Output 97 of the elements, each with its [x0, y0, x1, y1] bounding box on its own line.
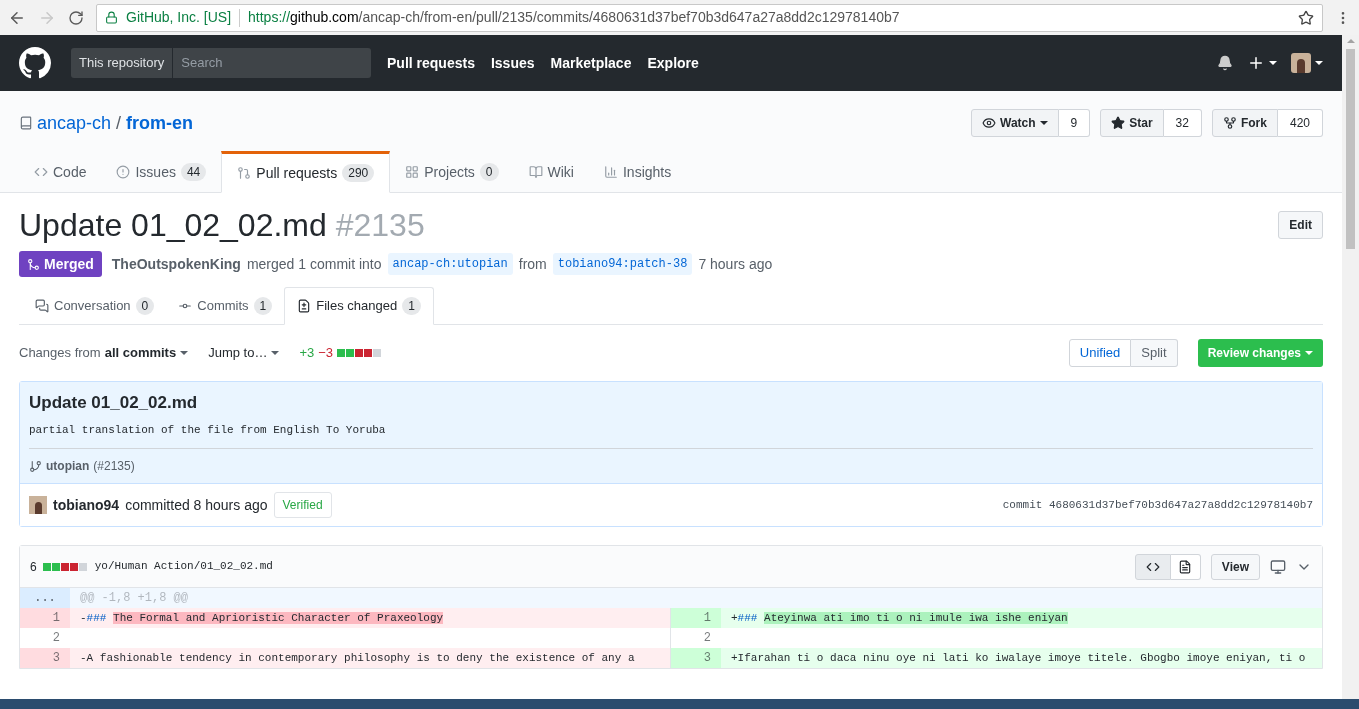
site-identity: GitHub, Inc. [US] [126, 8, 232, 27]
repo-owner-link[interactable]: ancap-ch [37, 109, 112, 137]
nav-link[interactable]: Pull requests [387, 52, 475, 74]
repo-name-link[interactable]: from-en [126, 109, 194, 137]
view-mode-toggle[interactable]: Unified [1068, 339, 1132, 367]
branch-ref[interactable]: ancap-ch:utopian [387, 253, 513, 275]
file-diff-icon [297, 299, 312, 313]
view-mode-toggle[interactable]: Split [1131, 339, 1178, 367]
branch-icon [29, 459, 42, 473]
author-link[interactable]: TheOutspokenKing [111, 253, 241, 275]
desktop-icon[interactable] [1270, 558, 1286, 575]
commit-sha: commit 4680631d37bef70b3d647a27a8dd2c12978140b7 [1002, 497, 1313, 513]
star-button[interactable]: Star [1100, 109, 1164, 137]
social-count[interactable]: 9 [1058, 109, 1091, 137]
counter: 1 [253, 297, 273, 315]
counter: 0 [479, 163, 499, 181]
jump-to-dropdown[interactable]: Jump to… [208, 343, 280, 363]
bookmark-star-icon[interactable] [1298, 9, 1314, 26]
commit-title: Update 01_02_02.md [29, 392, 199, 414]
user-menu[interactable] [1291, 53, 1323, 73]
repo-tab[interactable]: Pull requests 290 [221, 151, 391, 193]
file-changes-count: 6 [30, 558, 37, 576]
pr-title: Update 01_02_02.md #2135 [19, 206, 425, 245]
caret-icon [1315, 61, 1323, 65]
merged-state-badge: Merged [19, 251, 102, 277]
nav-link[interactable]: Marketplace [550, 52, 632, 74]
counter: 44 [180, 163, 207, 181]
commit-author-link[interactable]: tobiano94 [53, 494, 120, 516]
lock-icon [105, 11, 118, 24]
bar-chart-icon [603, 165, 618, 179]
octocat-logo-icon[interactable] [19, 47, 51, 79]
deletions-count: −3 [318, 344, 334, 363]
alert-circle-icon [116, 165, 131, 179]
pr-ref-link[interactable]: (#2135) [93, 457, 135, 475]
file-path-link[interactable]: yo/Human Action/01_02_02.md [94, 558, 273, 575]
book-icon [528, 165, 543, 179]
social-count[interactable]: 420 [1277, 109, 1323, 137]
repo-tab[interactable]: Wiki [513, 151, 589, 193]
counter: 290 [342, 164, 375, 182]
branch-ref[interactable]: tobiano94:patch-38 [552, 253, 693, 275]
changes-from-dropdown[interactable]: Changes from all commits [19, 343, 189, 363]
pr-tab[interactable]: Files changed 1 [284, 287, 434, 325]
commit-description: partial translation of the file from English To Yoruba [29, 421, 1313, 449]
line-number[interactable]: 3 [671, 648, 721, 668]
address-bar[interactable]: GitHub, Inc. [US] https://github.com/ancap-ch/from-en/pull/2135/commits/4680631d37bef70b3d647a27a8dd2c12978140b7 [96, 3, 1323, 32]
repo-tab[interactable]: Issues 44 [101, 151, 222, 193]
grid-icon [405, 165, 420, 179]
repo-tab[interactable]: Projects 0 [390, 151, 514, 193]
search-scope: This repository [71, 48, 174, 78]
eye-icon [982, 116, 996, 130]
pr-tab[interactable]: Conversation 0 [23, 287, 167, 325]
caret-icon [180, 351, 189, 355]
rich-view-button[interactable] [1170, 553, 1201, 580]
pr-time: 7 hours ago [698, 254, 773, 274]
scrollbar[interactable] [1342, 35, 1359, 699]
repo-tab[interactable]: Insights [588, 151, 687, 193]
url-text: https://github.com/ancap-ch/from-en/pull/2135/commits/4680631d37bef70b3d647a27a8dd2c12978140b7 [248, 8, 900, 27]
reload-icon[interactable] [68, 9, 84, 26]
chat-bubbles-icon [35, 299, 49, 313]
counter: 1 [402, 297, 421, 315]
repo-tab[interactable]: Code [19, 151, 102, 193]
star-icon [1111, 116, 1126, 130]
pr-meta-text: merged 1 commit into [246, 254, 382, 274]
notifications-bell-icon[interactable] [1217, 55, 1233, 71]
line-number[interactable]: 1 [20, 608, 70, 628]
commit-time: committed 8 hours ago [125, 495, 268, 515]
additions-count: +3 [299, 344, 315, 363]
avatar-icon [29, 496, 47, 514]
view-file-button[interactable]: View [1210, 553, 1260, 580]
counter: 0 [135, 297, 155, 315]
nav-link[interactable]: Explore [647, 52, 699, 74]
fork-button[interactable]: Fork [1211, 109, 1278, 137]
watch-button[interactable]: Watch [971, 109, 1059, 137]
create-new-menu[interactable] [1247, 54, 1277, 72]
search-field[interactable]: This repository Search [71, 48, 371, 78]
pr-meta-text: from [518, 254, 547, 274]
expand-hunk-button[interactable]: ... [20, 588, 70, 608]
caret-icon [1305, 351, 1313, 355]
caret-icon [271, 351, 280, 355]
plus-icon [1247, 54, 1265, 72]
caret-icon [1039, 121, 1048, 125]
document-icon [1178, 559, 1193, 574]
repo-icon [19, 116, 33, 130]
nav-link[interactable]: Issues [490, 52, 535, 74]
branch-link[interactable]: utopian [46, 457, 90, 475]
social-count[interactable]: 32 [1163, 109, 1202, 137]
line-number[interactable]: 1 [671, 608, 721, 628]
code-icon [34, 165, 48, 179]
source-view-button[interactable] [1134, 553, 1171, 580]
hunk-header: @@ -1,8 +1,8 @@ [79, 590, 190, 607]
edit-button[interactable]: Edit [1278, 211, 1323, 239]
pr-tab[interactable]: Commits 1 [166, 287, 285, 325]
pull-request-icon [237, 166, 252, 180]
fork-icon [1222, 116, 1237, 130]
caret-icon [1269, 61, 1277, 65]
path-separator: / [116, 111, 122, 135]
line-number[interactable]: 3 [20, 648, 70, 668]
